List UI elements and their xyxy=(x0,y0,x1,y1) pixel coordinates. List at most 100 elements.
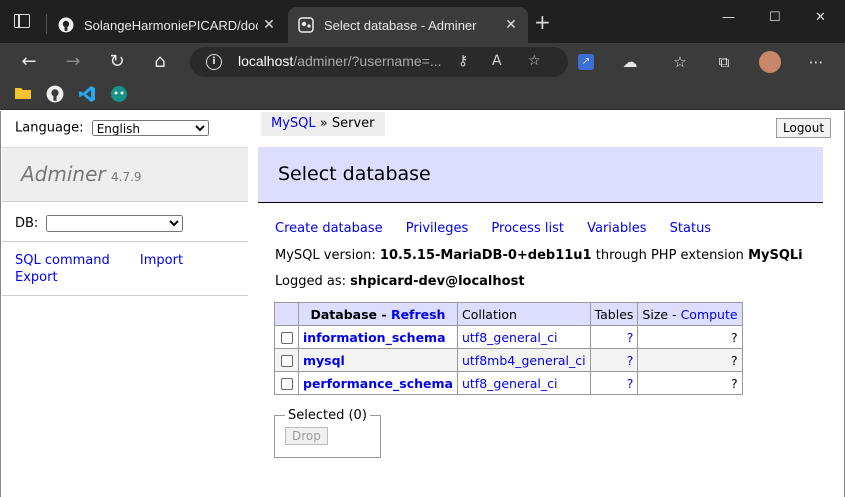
tables-column-header: Tables xyxy=(589,302,639,326)
collation-link[interactable]: utf8mb4_general_ci xyxy=(462,353,586,368)
key-icon[interactable]: ⚷ xyxy=(458,53,468,69)
forward-icon[interactable]: → xyxy=(62,51,84,73)
privileges-link[interactable]: Privileges xyxy=(406,221,469,236)
row-checkbox[interactable] xyxy=(280,332,293,344)
refresh-link[interactable]: Refresh xyxy=(391,307,446,322)
site-info-icon[interactable]: i xyxy=(206,54,222,70)
maximize-icon[interactable]: ☐ xyxy=(769,10,781,25)
database-column-header: Database - Refresh xyxy=(298,302,458,326)
selected-fieldset: Selected (0) Drop xyxy=(274,408,381,458)
tab-separator xyxy=(46,14,47,34)
reload-icon[interactable]: ↻ xyxy=(106,51,128,73)
close-tab-icon[interactable]: ✕ xyxy=(500,17,522,33)
page-title: Select database xyxy=(278,163,431,185)
breadcrumb-current: Server xyxy=(331,116,375,131)
github-icon xyxy=(58,17,74,33)
collation-cell: utf8_general_ci xyxy=(456,325,591,349)
status-link[interactable]: Status xyxy=(670,221,711,236)
tables-cell: ? xyxy=(589,325,639,349)
brand-version[interactable]: 4.7.9 xyxy=(111,170,142,184)
sidebar-divider xyxy=(2,295,248,296)
drop-button[interactable]: Drop xyxy=(285,427,328,445)
table-row: performance_schema utf8_general_ci ? ? xyxy=(274,371,743,395)
row-select-cell xyxy=(274,348,299,372)
vscode-icon[interactable] xyxy=(78,85,98,105)
table-header-row: Database - Refresh Collation Tables Size… xyxy=(274,302,743,326)
bookmarks-bar xyxy=(0,80,845,110)
tables-cell: ? xyxy=(589,348,639,372)
browser-tab-adminer[interactable]: Select database - Adminer ✕ xyxy=(288,7,528,43)
logout-button[interactable]: Logout xyxy=(776,118,832,138)
address-url[interactable]: localhost/adminer/?username=... xyxy=(238,53,448,69)
database-name-cell: performance_schema xyxy=(298,371,458,395)
read-aloud-icon[interactable]: A xyxy=(492,53,502,69)
collation-link[interactable]: utf8_general_ci xyxy=(462,330,558,345)
database-name-cell: mysql xyxy=(298,348,458,372)
row-select-cell xyxy=(274,325,299,349)
browser-tab-bar: SolangeHarmoniePICARD/doc_w ✕ Select dat… xyxy=(0,0,845,43)
collections-icon[interactable]: ⧉ xyxy=(714,52,734,72)
tables-link[interactable]: ? xyxy=(627,376,634,391)
tab-title: SolangeHarmoniePICARD/doc_w xyxy=(84,17,258,33)
extension-icon[interactable]: ↗ xyxy=(578,54,594,70)
new-tab-icon[interactable]: + xyxy=(534,12,551,32)
brand-name[interactable]: Adminer xyxy=(21,162,106,186)
database-link[interactable]: performance_schema xyxy=(303,376,453,391)
tables-cell: ? xyxy=(589,371,639,395)
address-bar[interactable]: i localhost/adminer/?username=... ⚷ A ☆ xyxy=(190,47,568,77)
sidebar-divider xyxy=(2,241,248,242)
home-icon[interactable]: ⌂ xyxy=(149,51,171,73)
favorites-icon[interactable]: ☆ xyxy=(670,52,690,72)
cloud-icon[interactable]: ☁ xyxy=(620,52,640,72)
tab-actions-icon[interactable] xyxy=(14,14,30,28)
variables-link[interactable]: Variables xyxy=(587,221,646,236)
database-name-cell: information_schema xyxy=(298,325,458,349)
process-list-link[interactable]: Process list xyxy=(491,221,564,236)
php-extension: MySQLi xyxy=(748,248,803,263)
more-menu-icon[interactable]: ⋯ xyxy=(806,52,826,72)
language-select[interactable]: English xyxy=(91,120,209,136)
version-info: MySQL version: 10.5.15-MariaDB-0+deb11u1… xyxy=(275,248,803,263)
export-link[interactable]: Export xyxy=(15,270,58,285)
database-link[interactable]: information_schema xyxy=(303,330,446,345)
size-column-header: Size - Compute xyxy=(637,302,743,326)
sql-command-link[interactable]: SQL command xyxy=(15,253,110,268)
selected-legend: Selected (0) xyxy=(288,408,367,423)
collation-cell: utf8mb4_general_ci xyxy=(456,348,591,372)
create-database-link[interactable]: Create database xyxy=(275,221,383,236)
database-link[interactable]: mysql xyxy=(303,353,345,368)
size-cell: ? xyxy=(637,325,743,349)
row-checkbox[interactable] xyxy=(280,378,293,390)
compute-link[interactable]: Compute xyxy=(681,307,738,322)
folder-icon[interactable] xyxy=(14,85,34,105)
server-actions: Create database Privileges Process list … xyxy=(275,221,730,236)
db-select[interactable] xyxy=(46,215,184,232)
logged-user: shpicard-dev@localhost xyxy=(350,274,525,289)
language-label: Language: xyxy=(15,120,84,136)
import-link[interactable]: Import xyxy=(140,253,183,268)
table-row: mysql utf8mb4_general_ci ? ? xyxy=(274,348,743,372)
version-mid: through PHP extension xyxy=(595,248,744,263)
breadcrumb: MySQL » Server xyxy=(261,112,385,136)
close-window-icon[interactable]: ✕ xyxy=(815,10,826,25)
gitkraken-icon[interactable] xyxy=(110,85,130,105)
row-checkbox[interactable] xyxy=(280,355,293,367)
avatar[interactable] xyxy=(759,51,781,73)
back-icon[interactable]: ← xyxy=(18,51,40,73)
db-label: DB: xyxy=(15,216,39,231)
add-favorite-icon[interactable]: ☆ xyxy=(528,53,541,69)
collation-link[interactable]: utf8_general_ci xyxy=(462,376,558,391)
logged-info: Logged as: shpicard-dev@localhost xyxy=(275,274,525,289)
row-select-cell xyxy=(274,371,299,395)
browser-tab-github[interactable]: SolangeHarmoniePICARD/doc_w ✕ xyxy=(48,7,286,43)
adminer-page: Language: English Adminer 4.7.9 DB: SQL … xyxy=(0,111,845,497)
close-tab-icon[interactable]: ✕ xyxy=(258,17,280,33)
breadcrumb-driver-link[interactable]: MySQL xyxy=(271,116,316,131)
sidebar-links: SQL command Import Export xyxy=(15,252,183,286)
minimize-icon[interactable]: — xyxy=(722,10,735,25)
adminer-favicon-icon xyxy=(298,17,314,33)
tables-link[interactable]: ? xyxy=(627,330,634,345)
size-cell: ? xyxy=(637,348,743,372)
github-icon[interactable] xyxy=(46,85,66,105)
tables-link[interactable]: ? xyxy=(627,353,634,368)
